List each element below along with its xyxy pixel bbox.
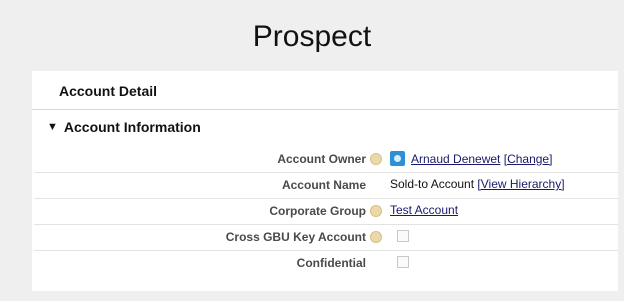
account-detail-panel: Account Detail ▼ Account Information Acc…	[32, 71, 618, 291]
field-value: Sold-to Account [View Hierarchy]	[390, 177, 565, 191]
panel-title: Account Detail	[59, 83, 158, 99]
confidential-checkbox[interactable]	[397, 256, 409, 268]
help-icon[interactable]	[370, 231, 382, 243]
field-label: Account Name	[281, 178, 366, 192]
section-title: Account Information	[63, 119, 201, 135]
triangle-down-icon[interactable]: ▼	[47, 121, 58, 133]
help-icon[interactable]	[370, 205, 382, 217]
field-row-confidential: Confidential	[34, 251, 618, 276]
panel-header: Account Detail	[32, 71, 618, 110]
field-row-corporate-group: Corporate Group Test Account	[34, 199, 618, 225]
field-value: Test Account	[390, 203, 458, 217]
field-value: Arnaud Denewet [Change]	[390, 151, 552, 166]
owner-link[interactable]: Arnaud Denewet	[411, 152, 500, 166]
view-hierarchy-link[interactable]: [View Hierarchy]	[477, 177, 564, 191]
user-icon	[390, 151, 405, 166]
field-label: Cross GBU Key Account	[225, 230, 366, 244]
change-owner-link[interactable]: [Change]	[504, 152, 553, 166]
field-label: Confidential	[296, 256, 366, 270]
cross-gbu-key-account-checkbox[interactable]	[397, 230, 409, 242]
account-name-value: Sold-to Account	[390, 177, 475, 191]
section-toggle-account-information[interactable]: ▼ Account Information	[47, 119, 201, 135]
help-icon[interactable]	[370, 153, 382, 165]
corporate-group-link[interactable]: Test Account	[390, 203, 458, 217]
field-row-account-owner: Account Owner Arnaud Denewet [Change]	[34, 147, 618, 173]
field-row-cross-gbu-key-account: Cross GBU Key Account	[34, 225, 618, 251]
field-row-account-name: Account Name Sold-to Account [View Hiera…	[34, 173, 618, 199]
field-label: Corporate Group	[269, 204, 366, 218]
page-title: Prospect	[252, 20, 372, 53]
field-label: Account Owner	[277, 152, 366, 166]
